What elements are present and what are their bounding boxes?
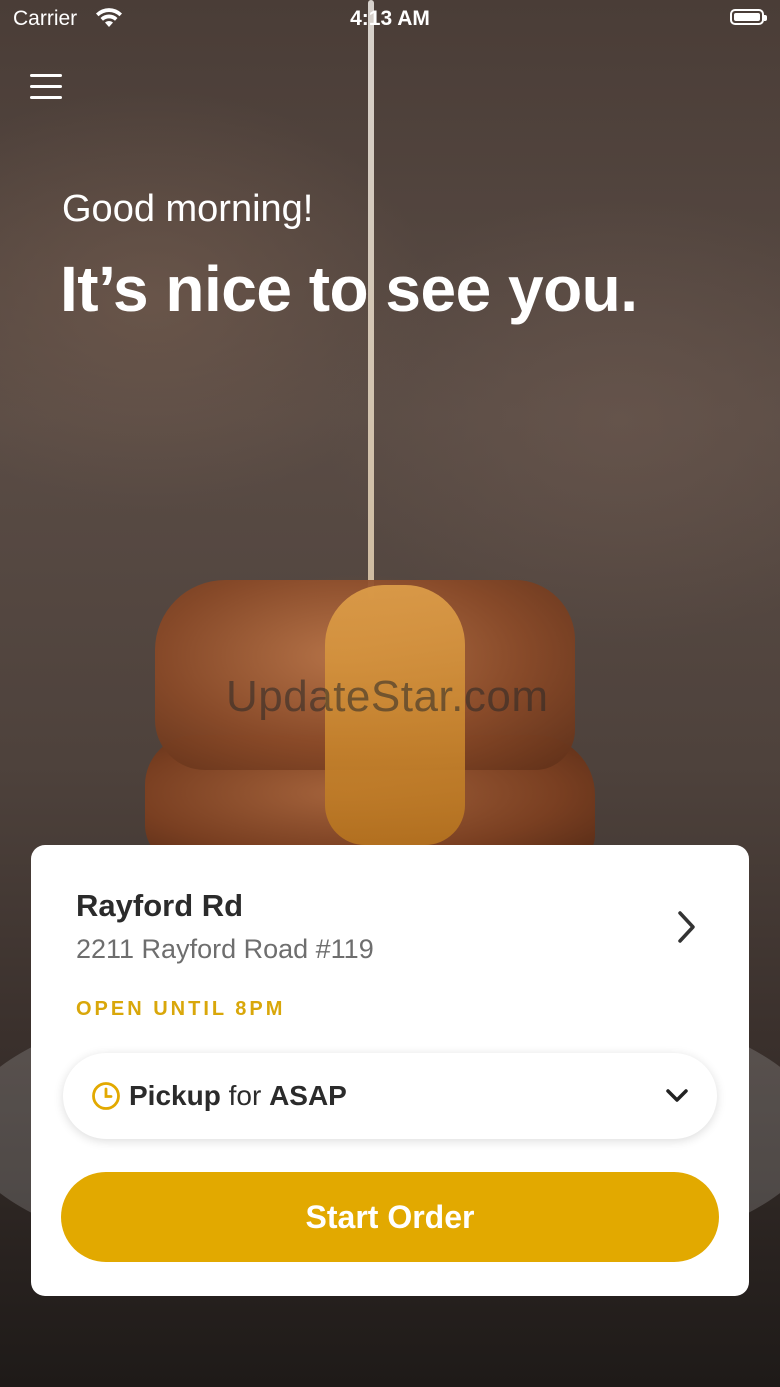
headline-text: It’s nice to see you. bbox=[60, 253, 638, 325]
chevron-down-icon bbox=[666, 1089, 688, 1102]
start-order-button[interactable]: Start Order bbox=[61, 1172, 719, 1262]
store-name[interactable]: Rayford Rd bbox=[76, 888, 243, 924]
battery-icon bbox=[730, 9, 767, 25]
pickup-label: Pickup for ASAP bbox=[129, 1080, 347, 1112]
greeting-text: Good morning! bbox=[62, 188, 314, 230]
store-card: Rayford Rd 2211 Rayford Road #119 OPEN U… bbox=[31, 845, 749, 1296]
clock-time: 4:13 AM bbox=[350, 7, 430, 30]
order-mode: Pickup bbox=[129, 1080, 221, 1111]
status-bar: Carrier 4:13 AM bbox=[0, 0, 780, 40]
watermark: UpdateStar.com bbox=[226, 672, 549, 721]
store-address[interactable]: 2211 Rayford Road #119 bbox=[76, 934, 374, 965]
chevron-right-icon[interactable] bbox=[671, 907, 701, 947]
store-hours: OPEN UNTIL 8PM bbox=[76, 998, 286, 1020]
order-connector: for bbox=[228, 1080, 262, 1111]
hamburger-menu-icon[interactable] bbox=[30, 74, 62, 102]
pickup-time-selector[interactable]: Pickup for ASAP bbox=[63, 1053, 717, 1139]
order-time: ASAP bbox=[269, 1080, 347, 1111]
clock-icon bbox=[92, 1082, 120, 1110]
